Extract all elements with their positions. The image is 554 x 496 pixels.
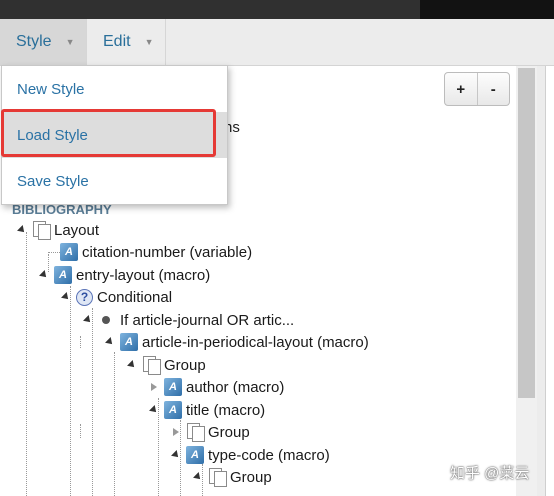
text-icon: A (60, 243, 78, 261)
tree-node-if-branch[interactable]: If article-journal OR artic... (84, 310, 294, 330)
text-icon: A (54, 266, 72, 284)
tree-node-entry-layout[interactable]: A entry-layout (macro) (40, 265, 210, 285)
tree-node-citation-number[interactable]: A citation-number (variable) (60, 242, 252, 262)
edit-menu-label: Edit (103, 33, 131, 50)
tree-node-conditional[interactable]: ? Conditional (62, 287, 172, 307)
expanded-toggle-icon[interactable] (18, 226, 26, 234)
tree-node-label: Group (164, 356, 206, 374)
tree-node-label: article-in-periodical-layout (macro) (142, 333, 369, 351)
expanded-toggle-icon[interactable] (40, 271, 48, 279)
tree-node-group[interactable]: Group (128, 355, 206, 375)
tree-node-label: title (macro) (186, 401, 266, 419)
tree-connector (92, 308, 93, 496)
vertical-scrollbar[interactable] (516, 66, 537, 496)
style-menu-label: Style (16, 33, 52, 50)
titlebar-dark-region (420, 0, 554, 19)
tree-node-label: Group (230, 468, 272, 486)
text-icon: A (164, 378, 182, 396)
expanded-toggle-icon[interactable] (106, 338, 114, 346)
text-icon: A (120, 333, 138, 351)
expanded-toggle-icon[interactable] (84, 316, 92, 324)
expanded-toggle-icon[interactable] (194, 473, 202, 481)
tree-node-author[interactable]: A author (macro) (150, 377, 284, 397)
annotation-highlight-box (1, 109, 216, 157)
tree-node-article-in-periodical[interactable]: A article-in-periodical-layout (macro) (106, 332, 369, 352)
tree-connector (80, 424, 81, 438)
tree-node-label: If article-journal OR artic... (120, 311, 295, 329)
tree-node-label: Group (208, 423, 250, 441)
tree-node-label: type-code (macro) (208, 446, 330, 464)
tree-node-label: Layout (54, 221, 100, 239)
group-icon (32, 221, 51, 240)
side-panel-content (545, 66, 554, 496)
group-icon (208, 468, 227, 487)
scrollbar-thumb[interactable] (518, 68, 535, 398)
collapsed-toggle-icon[interactable] (150, 383, 158, 391)
text-icon: A (164, 401, 182, 419)
tree-node-label: entry-layout (macro) (76, 266, 211, 284)
tree-node-label: author (macro) (186, 378, 285, 396)
tree-node-group[interactable]: Group (172, 422, 250, 442)
edit-menu-tab[interactable]: Edit ▼ (87, 19, 166, 65)
collapsed-toggle-icon[interactable] (172, 428, 180, 436)
expanded-toggle-icon[interactable] (150, 406, 158, 414)
tree-connector (80, 336, 81, 348)
group-icon (186, 423, 205, 442)
tree-connector (114, 352, 115, 496)
expanded-toggle-icon[interactable] (172, 451, 180, 459)
tree-node-label: citation-number (variable) (82, 243, 253, 261)
chevron-down-icon: ▼ (144, 37, 154, 47)
side-panel-edge (537, 66, 554, 496)
style-menu-tab[interactable]: Style ▼ (0, 19, 87, 65)
chevron-down-icon: ▼ (65, 37, 75, 47)
window-titlebar (0, 0, 554, 19)
tree-connector (48, 252, 60, 253)
tree-node-title[interactable]: A title (macro) (150, 400, 265, 420)
new-style-menu-item[interactable]: New Style (2, 66, 227, 112)
expanded-toggle-icon[interactable] (62, 293, 70, 301)
group-icon (142, 356, 161, 375)
menubar: Style ▼ Edit ▼ (0, 19, 554, 66)
tree-node-type-code[interactable]: A type-code (macro) (172, 445, 330, 465)
zoom-controls: + - (444, 72, 510, 106)
tree-connector (26, 232, 27, 496)
tree-node-label: Conditional (97, 288, 173, 306)
watermark: 知乎 @菜云 (450, 465, 530, 482)
save-style-menu-item[interactable]: Save Style (2, 158, 227, 204)
tree-node-group[interactable]: Group (194, 467, 272, 487)
bullet-icon (102, 316, 110, 324)
zoom-in-button[interactable]: + (445, 73, 477, 105)
tree-node-layout[interactable]: Layout (18, 220, 99, 240)
text-icon: A (186, 446, 204, 464)
zoom-out-button[interactable]: - (476, 73, 510, 105)
expanded-toggle-icon[interactable] (128, 361, 136, 369)
conditional-icon: ? (76, 288, 93, 306)
tree-connector (70, 286, 71, 496)
